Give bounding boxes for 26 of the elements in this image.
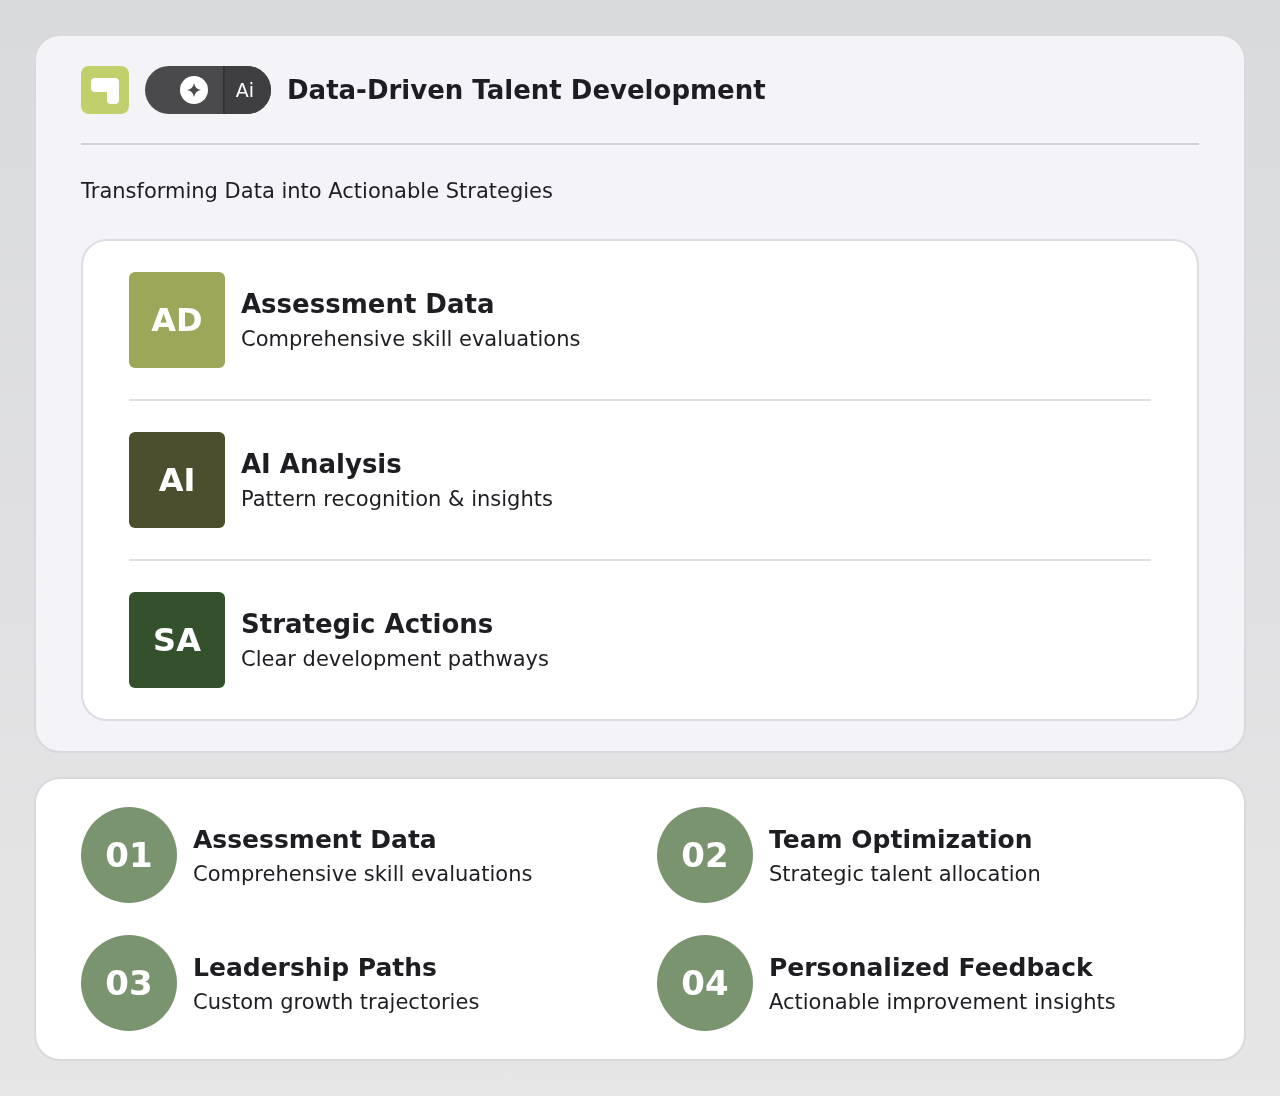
number-badge: 04 [657, 935, 753, 1031]
step-badge: SA [129, 592, 225, 688]
sparkle-icon [180, 76, 208, 104]
number-badge: 01 [81, 807, 177, 903]
feature-description: Comprehensive skill evaluations [193, 861, 533, 886]
page-title: Data-Driven Talent Development [287, 75, 766, 105]
step-title: Assessment Data [241, 289, 496, 319]
feature-title: Team Optimization [769, 824, 1034, 854]
step-title: AI Analysis [241, 449, 403, 479]
feature-description: Custom growth trajectories [193, 989, 480, 1014]
logo-icon [81, 66, 129, 114]
step-badge: AD [129, 272, 225, 368]
step-title: Strategic Actions [241, 609, 495, 639]
feature-description: Actionable improvement insights [769, 989, 1116, 1014]
subtitle: Transforming Data into Actionable Strategies [81, 179, 554, 203]
step-description: Comprehensive skill evaluations [241, 327, 581, 351]
feature-title: Personalized Feedback [769, 952, 1094, 982]
step-badge: AI [129, 432, 225, 528]
step-description: Clear development pathways [241, 647, 549, 671]
ai-toggle[interactable]: Ai [145, 66, 271, 114]
feature-title: Assessment Data [193, 824, 438, 854]
number-badge: 02 [657, 807, 753, 903]
number-badge: 03 [81, 935, 177, 1031]
step-description: Pattern recognition & insights [241, 487, 553, 511]
feature-description: Strategic talent allocation [769, 861, 1041, 886]
feature-title: Leadership Paths [193, 952, 438, 982]
